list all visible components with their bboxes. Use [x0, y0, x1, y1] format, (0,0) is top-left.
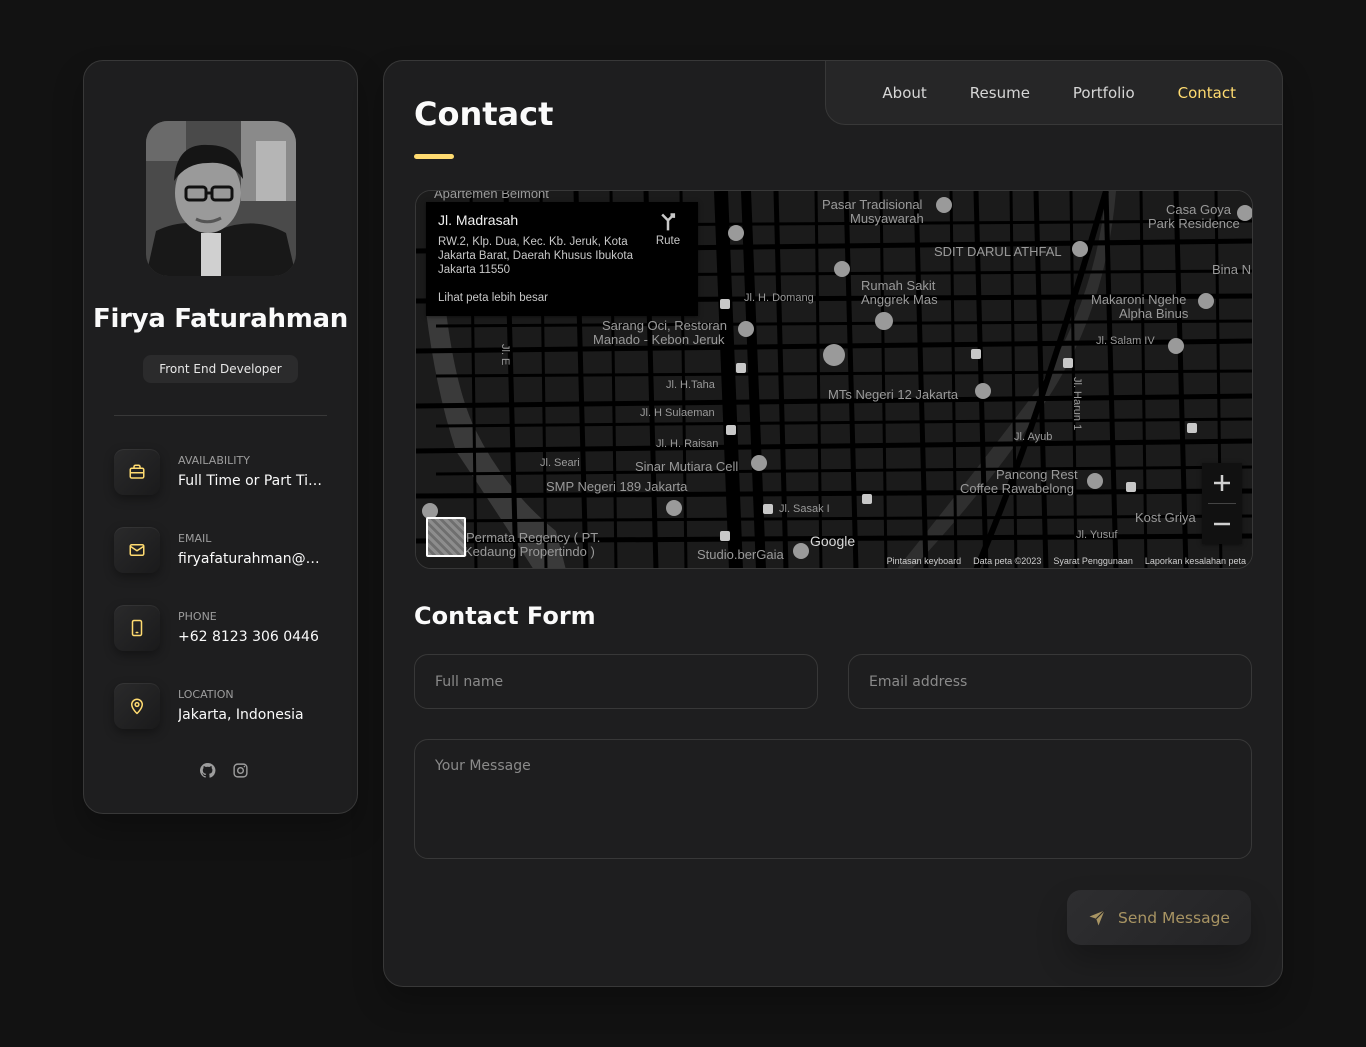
plus-icon [1214, 475, 1230, 491]
map-label: Park Residence [1148, 216, 1240, 231]
map-label: Coffee Rawabelong [960, 481, 1074, 496]
map-label: Kedaung Propertindo ) [464, 544, 595, 559]
map-label: Makaroni Ngehe [1091, 292, 1187, 307]
social-links [198, 761, 250, 780]
navbar: About Resume Portfolio Contact [825, 60, 1283, 125]
contact-label: Email [178, 532, 212, 545]
nav-about[interactable]: About [882, 84, 926, 102]
map-label: Permata Regency ( PT. [466, 530, 601, 545]
route-label: Rute [655, 235, 681, 247]
paper-plane-icon [1089, 909, 1105, 925]
map-label: Sinar Mutiara Cell [635, 459, 739, 474]
map-label: Jl. E [499, 344, 511, 366]
sidebar: Firya Faturahman Front End Developer Ava… [83, 60, 358, 814]
map-label: Jl. H. Domang [744, 292, 814, 304]
map-label: MTs Negeri 12 Jakarta [828, 387, 959, 402]
terms-link[interactable]: Syarat Penggunaan [1053, 556, 1133, 566]
zoom-in-button[interactable] [1202, 463, 1242, 503]
contact-label: Phone [178, 610, 217, 623]
send-message-label: Send Message [1118, 908, 1230, 927]
contact-label: Availability [178, 454, 250, 467]
map-label: Jl. Harun 1 [1071, 377, 1083, 431]
google-map[interactable]: Apartemen Belmont Pasar Tradisional Musy… [415, 190, 1253, 569]
contact-value: Full Time or Part Time [178, 473, 326, 489]
map-label: Jl. Ayub [1014, 431, 1053, 443]
map-label: Rumah Sakit [861, 278, 936, 293]
mail-icon [114, 527, 160, 573]
google-logo: Google [810, 533, 856, 549]
nav-resume[interactable]: Resume [970, 84, 1030, 102]
nav-portfolio[interactable]: Portfolio [1073, 84, 1135, 102]
map-label: Alpha Binus [1119, 306, 1189, 321]
map-footer: Pintasan keyboard Data peta ©2023 Syarat… [887, 556, 1246, 566]
contact-label: Location [178, 688, 234, 701]
page-title: Contact [414, 95, 554, 133]
phone-icon [114, 605, 160, 651]
map-label: Pasar Tradisional [822, 197, 923, 212]
avatar [146, 121, 296, 276]
map-label: Manado - Kebon Jeruk [593, 332, 725, 347]
map-place-card: Jl. Madrasah RW.2, Klp. Dua, Kec. Kb. Je… [426, 202, 698, 316]
phone-link[interactable]: +62 8123 306 0446 [178, 629, 319, 645]
place-title: Jl. Madrasah [438, 212, 519, 228]
map-label: Bina N [1212, 262, 1252, 277]
view-larger-map-link[interactable]: Lihat peta lebih besar [438, 292, 548, 304]
form-title: Contact Form [414, 602, 596, 630]
nav-contact[interactable]: Contact [1178, 84, 1236, 102]
minus-icon [1214, 522, 1230, 526]
briefcase-icon [114, 449, 160, 495]
send-message-button[interactable]: Send Message [1067, 890, 1251, 945]
map-label: Jl. H. Raisan [656, 438, 719, 450]
map-label: Jl. Salam IV [1096, 335, 1155, 347]
map-zoom-controls [1202, 463, 1242, 544]
email-input[interactable] [848, 654, 1252, 709]
location-pin-icon [114, 683, 160, 729]
route-button[interactable]: Rute [648, 212, 688, 247]
map-label: Jl. Seari [540, 457, 580, 469]
map-label: Apartemen Belmont [434, 190, 549, 201]
map-label: Casa Goya [1166, 202, 1232, 217]
place-address: RW.2, Klp. Dua, Kec. Kb. Jeruk, Kota Jak… [438, 236, 633, 276]
map-satellite-toggle[interactable] [426, 517, 466, 557]
map-label: Kost Griya [1135, 510, 1196, 525]
map-label: SDIT DARUL ATHFAL [934, 244, 1062, 259]
map-data-credit: Data peta ©2023 [973, 556, 1042, 566]
profile-name: Firya Faturahman [93, 304, 348, 334]
contact-value: Jakarta, Indonesia [178, 707, 304, 723]
directions-icon [661, 213, 676, 231]
keyboard-shortcuts-link[interactable]: Pintasan keyboard [887, 556, 962, 566]
title-underline [414, 154, 454, 159]
map-label: Musyawarah [850, 211, 924, 226]
sidebar-divider [114, 415, 327, 416]
github-icon[interactable] [198, 761, 217, 780]
map-label: SMP Negeri 189 Jakarta [546, 479, 688, 494]
map-label: Studio.berGaia [697, 547, 784, 562]
map-label: Anggrek Mas [861, 292, 938, 307]
zoom-out-button[interactable] [1202, 504, 1242, 544]
map-label: Jl. Sasak I [779, 503, 830, 515]
main-content: About Resume Portfolio Contact Contact A… [383, 60, 1283, 987]
map-label: Pancong Rest [996, 467, 1078, 482]
map-label: Jl. Yusuf [1076, 529, 1118, 541]
message-textarea[interactable] [414, 739, 1252, 859]
fullname-input[interactable] [414, 654, 818, 709]
profile-role-badge: Front End Developer [143, 355, 298, 383]
email-link[interactable]: firyafaturahman@gmail.com [178, 551, 326, 567]
instagram-icon[interactable] [231, 761, 250, 780]
report-error-link[interactable]: Laporkan kesalahan peta [1145, 556, 1246, 566]
map-label: Jl. H.Taha [666, 379, 715, 391]
map-label: Sarang Oci, Restoran [602, 318, 728, 333]
map-label: Jl. H Sulaeman [640, 407, 715, 419]
